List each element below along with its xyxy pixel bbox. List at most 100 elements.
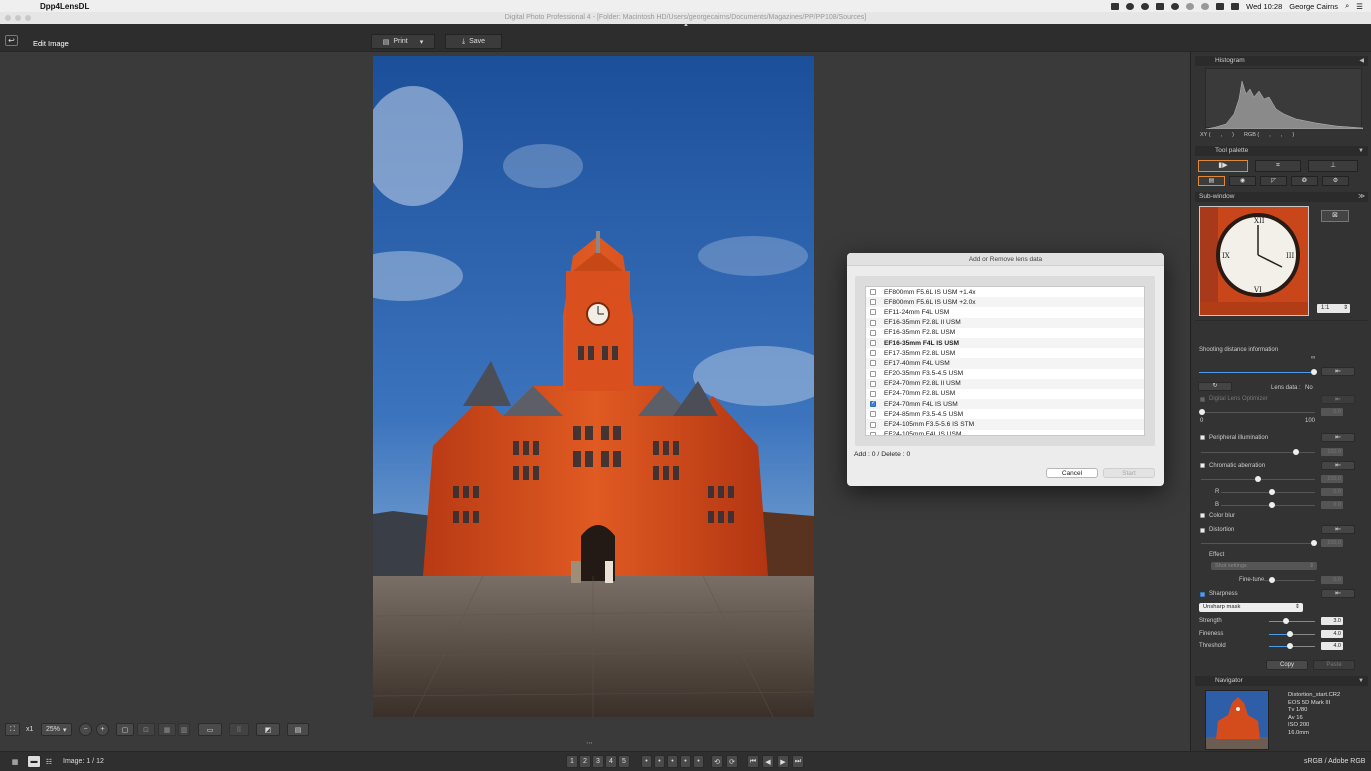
lens-checkbox[interactable]: [870, 421, 876, 428]
first-image-button[interactable]: ⏮: [747, 755, 759, 768]
lens-list-item[interactable]: EF16-35mm F2.8L USM: [866, 328, 1144, 338]
notification-center-icon[interactable]: ☰: [1356, 2, 1363, 11]
time-machine-icon[interactable]: [1186, 2, 1195, 10]
lens-list-item[interactable]: EF24-70mm F2.8L USM: [866, 389, 1144, 399]
chromatic-checkbox[interactable]: [1200, 463, 1205, 468]
messages-icon[interactable]: [1156, 2, 1165, 10]
next-image-button[interactable]: ▶: [777, 755, 789, 768]
lens-list-item[interactable]: EF800mm F5.6L IS USM +2.0x: [866, 297, 1144, 308]
b-knob[interactable]: [1269, 502, 1275, 508]
r-value-field[interactable]: 0.0: [1321, 488, 1343, 496]
minimize-window-icon[interactable]: [15, 15, 21, 21]
volume-icon[interactable]: [1231, 2, 1240, 10]
lens-list-item[interactable]: EF16-35mm F2.8L II USM: [866, 317, 1144, 328]
copy-button[interactable]: Copy: [1266, 660, 1308, 670]
crop-overlay-button[interactable]: ▢: [116, 723, 134, 736]
peripheral-checkbox[interactable]: [1200, 435, 1205, 440]
compare-button[interactable]: ▥: [178, 723, 190, 736]
spotlight-icon[interactable]: ⌕: [1345, 1, 1349, 11]
rating-2-button[interactable]: 2: [579, 755, 591, 768]
sub-window-zoom-select[interactable]: 1:1 ⇕: [1317, 304, 1350, 313]
threshold-knob[interactable]: [1287, 643, 1293, 649]
app-status-icon[interactable]: [1171, 2, 1180, 10]
fine-tune-knob[interactable]: [1269, 577, 1275, 583]
sub-window-header[interactable]: Sub-window ≫: [1195, 192, 1368, 202]
zoom-select[interactable]: 25% ▾: [41, 723, 72, 736]
lens-correction-tab[interactable]: ◉: [1229, 176, 1256, 186]
fit-screen-button[interactable]: ⛶: [5, 723, 20, 736]
shooting-distance-reset-button[interactable]: ⇤: [1321, 367, 1355, 376]
lens-list-item[interactable]: EF800mm F5.6L IS USM +1.4x: [866, 287, 1144, 297]
lens-list-item[interactable]: EF20-35mm F3.5-4.5 USM: [866, 369, 1144, 379]
lens-checkbox[interactable]: [870, 390, 876, 397]
grid-button[interactable]: ▦: [158, 723, 176, 736]
lens-checkbox[interactable]: [870, 309, 876, 316]
highlight-warning-button[interactable]: ⠿: [229, 723, 249, 736]
user-name[interactable]: George Cairns: [1289, 2, 1338, 11]
fineness-value-field[interactable]: 4.0: [1321, 630, 1343, 638]
lens-list-item[interactable]: EF17-40mm F4L USM: [866, 358, 1144, 369]
zoom-window-icon[interactable]: [25, 15, 31, 21]
lens-checkbox[interactable]: [870, 399, 876, 408]
sharpness-checkbox[interactable]: [1200, 592, 1205, 597]
rating-1-button[interactable]: 1: [566, 755, 578, 768]
lens-checkbox[interactable]: [870, 340, 876, 347]
expand-filmstrip-icon[interactable]: ⋯: [586, 739, 593, 747]
lens-list-item[interactable]: EF16-35mm F4L IS USM: [866, 337, 1144, 349]
stamp-tab[interactable]: ⊥: [1308, 160, 1358, 172]
chevron-down-icon[interactable]: ▾: [420, 38, 424, 46]
sub-window-preview[interactable]: XII III VI IX: [1199, 206, 1309, 316]
close-window-icon[interactable]: [5, 15, 11, 21]
lens-checkbox[interactable]: [870, 289, 876, 296]
tool-palette-header[interactable]: Tool palette ▼: [1195, 146, 1368, 156]
settings-tab[interactable]: ⚙: [1322, 176, 1349, 186]
chromatic-reset-button[interactable]: ⇤: [1321, 461, 1355, 470]
b-slider[interactable]: [1221, 505, 1315, 506]
bluetooth-icon[interactable]: [1201, 2, 1210, 10]
save-button[interactable]: ⤓ Save: [445, 34, 502, 49]
prev-image-button[interactable]: ◀: [762, 755, 774, 768]
sharpness-mode-select[interactable]: Unsharp mask ⇕: [1199, 603, 1303, 612]
dropbox-icon[interactable]: [1141, 2, 1150, 10]
lens-checkbox[interactable]: [870, 370, 876, 377]
paste-button[interactable]: Paste: [1313, 660, 1355, 670]
lens-checkbox[interactable]: [870, 350, 876, 357]
rating-3-button[interactable]: 3: [592, 755, 604, 768]
shooting-distance-slider[interactable]: [1199, 372, 1316, 373]
threshold-slider-track[interactable]: [1291, 646, 1315, 647]
app-menu-name[interactable]: Dpp4LensDL: [40, 2, 89, 11]
last-image-button[interactable]: ⏭: [792, 755, 804, 768]
lens-checkbox[interactable]: [870, 431, 876, 435]
single-view-button[interactable]: ▬: [27, 755, 41, 768]
dlo-slider[interactable]: [1201, 412, 1315, 413]
lens-list-item[interactable]: EF17-35mm F2.8L USM: [866, 348, 1144, 358]
collapse-double-icon[interactable]: ≫: [1358, 192, 1365, 202]
sync-icon[interactable]: [1126, 2, 1135, 10]
curve-tab[interactable]: ◸: [1260, 176, 1287, 186]
navigator-thumbnail[interactable]: [1205, 690, 1269, 750]
rating-4-button[interactable]: 4: [605, 755, 617, 768]
cancel-button[interactable]: Cancel: [1046, 468, 1098, 478]
lens-list-item[interactable]: EF11-24mm F4L USM: [866, 307, 1144, 317]
lens-list-item[interactable]: EF24-70mm F2.8L II USM: [866, 378, 1144, 389]
basic-adjust-tab[interactable]: ▮▶: [1198, 160, 1248, 172]
lens-checkbox[interactable]: [870, 380, 876, 387]
collapse-toolbar-icon[interactable]: ▲: [683, 22, 689, 28]
af-point-button[interactable]: ⊡: [137, 723, 155, 736]
start-button[interactable]: Start: [1103, 468, 1155, 478]
b-value-field[interactable]: 0.0: [1321, 501, 1343, 509]
distortion-checkbox[interactable]: [1200, 528, 1205, 533]
star-2-button[interactable]: •: [654, 755, 665, 768]
color-blur-checkbox[interactable]: [1200, 513, 1205, 518]
peripheral-reset-button[interactable]: ⇤: [1321, 433, 1355, 442]
list-view-button[interactable]: ☷: [42, 755, 56, 768]
star-4-button[interactable]: •: [680, 755, 691, 768]
print-button[interactable]: ▤ Print ▾: [371, 34, 435, 49]
lens-list-item[interactable]: EF24-105mm F3.5-5.6 IS STM: [866, 419, 1144, 430]
crop-tab[interactable]: ⌗: [1255, 160, 1301, 172]
sharpness-reset-button[interactable]: ⇤: [1321, 589, 1355, 598]
threshold-value-field[interactable]: 4.0: [1321, 642, 1343, 650]
rating-5-button[interactable]: 5: [618, 755, 630, 768]
star-5-button[interactable]: •: [693, 755, 704, 768]
zoom-out-button[interactable]: −: [79, 723, 92, 736]
